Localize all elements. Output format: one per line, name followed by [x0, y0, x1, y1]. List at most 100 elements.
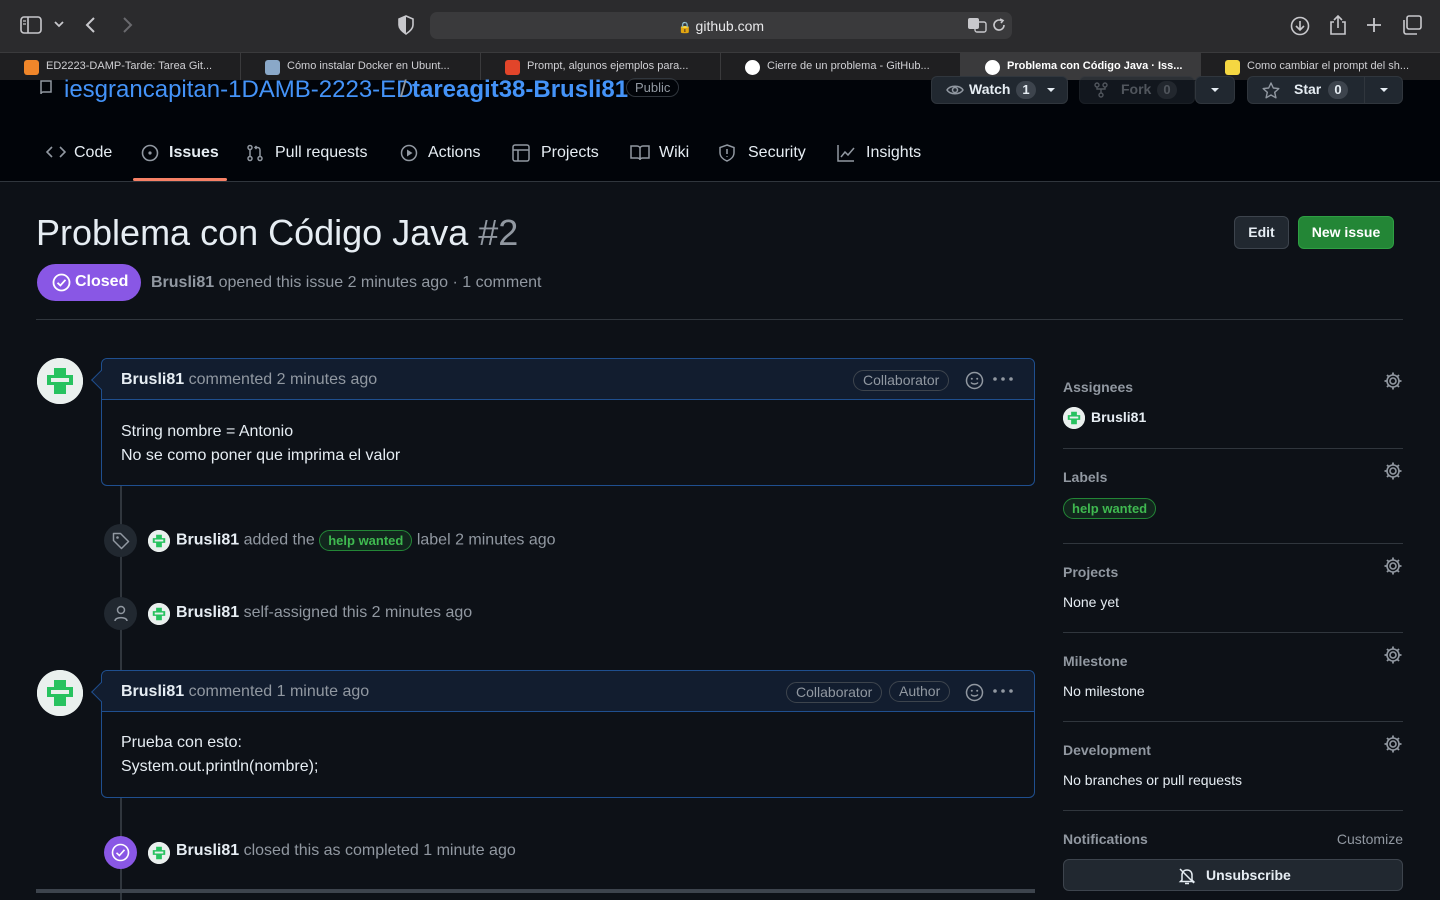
tab-overview-icon[interactable]	[1402, 15, 1422, 35]
tag-icon	[112, 532, 130, 550]
tab-projects[interactable]: Projects	[512, 142, 606, 182]
tab-label: Issues	[169, 144, 219, 161]
star-button[interactable]: Star 0	[1247, 76, 1365, 104]
code-icon	[46, 144, 66, 160]
avatar[interactable]	[148, 530, 170, 552]
watch-button[interactable]: Watch 1	[931, 76, 1068, 104]
tab-code[interactable]: Code	[46, 142, 116, 182]
privacy-shield-icon[interactable]	[397, 15, 415, 35]
event-text: closed this as completed 1 minute ago	[243, 842, 516, 859]
gear-icon[interactable]	[1383, 461, 1403, 481]
label-pill[interactable]: help wanted	[319, 530, 413, 551]
fork-button[interactable]: Fork 0	[1079, 76, 1195, 104]
sidebar-value: No milestone	[1063, 683, 1145, 699]
repo-owner-link[interactable]: iesgrancapitan-1DAMB-2223-ED	[64, 76, 414, 104]
smiley-icon[interactable]	[965, 371, 984, 390]
sidebar-heading[interactable]: Milestone	[1063, 653, 1128, 669]
sidebar-value: None yet	[1063, 594, 1120, 610]
comment-line: String nombre = Antonio	[121, 423, 294, 440]
comment-author-link[interactable]: Brusli81	[121, 371, 184, 388]
avatar[interactable]	[37, 358, 83, 404]
reload-icon[interactable]	[992, 18, 1006, 32]
tab-security[interactable]: Security	[719, 142, 811, 182]
forward-icon[interactable]	[120, 16, 134, 34]
comment-timestamp[interactable]: commented 1 minute ago	[189, 683, 370, 700]
share-icon[interactable]	[1329, 14, 1347, 36]
comment-line: No se como poner que imprima el valor	[121, 447, 401, 464]
check-circle-icon	[52, 273, 71, 292]
sidebar-heading[interactable]: Assignees	[1063, 379, 1133, 395]
back-icon[interactable]	[84, 16, 98, 34]
timeline-end-divider	[36, 889, 1035, 893]
sidebar-toggle-icon[interactable]	[20, 16, 42, 34]
new-tab-icon[interactable]	[1365, 16, 1383, 34]
translate-icon[interactable]	[967, 17, 987, 33]
sidebar-milestone: Milestone No milestone	[1063, 646, 1403, 703]
avatar[interactable]	[37, 670, 83, 716]
new-issue-button[interactable]: New issue	[1298, 216, 1394, 249]
tab-insights[interactable]: Insights	[837, 142, 927, 182]
gear-icon[interactable]	[1383, 645, 1403, 665]
sidebar-labels: Labels help wanted	[1063, 462, 1403, 519]
event-text: added the	[243, 531, 315, 549]
unsubscribe-button[interactable]: Unsubscribe	[1063, 859, 1403, 891]
label-pill[interactable]: help wanted	[1063, 498, 1157, 519]
gear-icon[interactable]	[1383, 734, 1403, 754]
gear-icon[interactable]	[1383, 371, 1403, 391]
fork-count: 0	[1157, 81, 1177, 99]
tab-favicon-icon	[265, 60, 280, 75]
timeline-event-badge	[104, 597, 137, 630]
address-bar[interactable]: 🔒 github.com	[430, 12, 1012, 39]
event-author-link[interactable]: Brusli81	[176, 532, 239, 549]
tab-actions[interactable]: Actions	[400, 142, 490, 182]
edit-button[interactable]: Edit	[1234, 216, 1289, 249]
tab-label: Cómo instalar Docker en Ubunt...	[287, 60, 450, 72]
customize-link[interactable]: Customize	[1337, 831, 1403, 847]
collaborator-badge: Collaborator	[786, 682, 883, 703]
comment-author: Brusli81 commented 2 minutes ago	[121, 371, 377, 389]
header-divider	[36, 319, 1403, 320]
issue-state-label: Closed	[75, 273, 129, 290]
browser-tab[interactable]: Cierre de un problema - GitHub...	[721, 53, 961, 81]
comment-timestamp[interactable]: commented 2 minutes ago	[189, 371, 378, 388]
selected-tab-indicator	[133, 178, 227, 181]
download-icon[interactable]	[1290, 16, 1310, 36]
comment-header: Brusli81 commented 2 minutes ago Collabo…	[102, 359, 1034, 400]
fork-dropdown-button[interactable]	[1195, 76, 1235, 104]
sidebar-divider	[1063, 543, 1403, 544]
avatar[interactable]	[148, 842, 170, 864]
issue-author-link[interactable]: Brusli81	[151, 274, 214, 291]
sidebar-development: Development No branches or pull requests	[1063, 735, 1403, 792]
event-author-link[interactable]: Brusli81	[176, 604, 239, 621]
event-author-link[interactable]: Brusli81	[176, 842, 239, 859]
tab-label: Insights	[866, 144, 922, 161]
tab-wiki[interactable]: Wiki	[630, 142, 694, 182]
chevron-down-icon[interactable]	[53, 20, 65, 28]
star-dropdown-button[interactable]	[1364, 76, 1403, 104]
visibility-badge: Public	[626, 78, 680, 97]
check-circle-icon	[111, 843, 130, 862]
sidebar-heading[interactable]: Projects	[1063, 564, 1118, 580]
author-badge: Author	[889, 681, 951, 702]
tab-pull-requests[interactable]: Pull requests	[246, 142, 374, 182]
repo-name-link[interactable]: tareagit38-Brusli81	[412, 76, 628, 104]
comment-line: System.out.println(nombre);	[121, 758, 319, 775]
gear-icon[interactable]	[1383, 556, 1403, 576]
tab-issues[interactable]: Issues	[141, 142, 223, 182]
browser-toolbar: 🔒 github.com	[0, 0, 1440, 52]
star-icon	[1262, 82, 1280, 99]
smiley-icon[interactable]	[965, 683, 984, 702]
sidebar-heading[interactable]: Labels	[1063, 469, 1107, 485]
avatar[interactable]	[1063, 407, 1085, 429]
kebab-menu-icon[interactable]	[993, 689, 1013, 693]
url-text: 🔒 github.com	[430, 18, 1012, 34]
tab-label: Wiki	[659, 144, 690, 161]
avatar[interactable]	[148, 603, 170, 625]
sidebar-heading[interactable]: Development	[1063, 742, 1151, 758]
kebab-menu-icon[interactable]	[993, 377, 1013, 381]
graph-icon	[837, 144, 855, 162]
unsubscribe-label: Unsubscribe	[1206, 867, 1291, 883]
comment-author-link[interactable]: Brusli81	[121, 683, 184, 700]
assignee-link[interactable]: Brusli81	[1091, 409, 1146, 425]
url-value: github.com	[695, 18, 765, 34]
